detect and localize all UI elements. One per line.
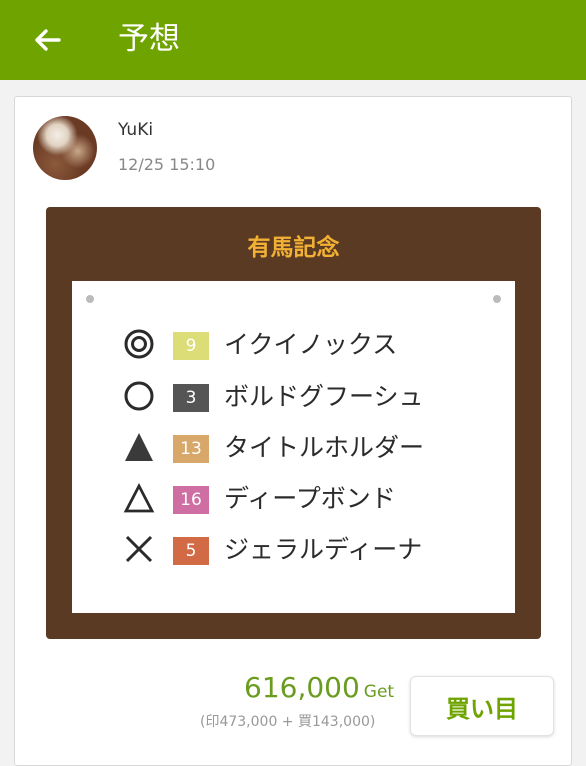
winnings-value: 616,000 [244, 671, 360, 704]
double-circle-mark-icon [124, 329, 154, 359]
pin-icon [493, 295, 501, 303]
triangle-mark-icon [123, 482, 155, 513]
horse-name: ディープボンド [224, 484, 396, 513]
post-timestamp: 12/25 15:10 [118, 155, 216, 174]
pick-row: 9 イクイノックス [122, 327, 462, 367]
username[interactable]: YuKi [118, 120, 153, 140]
pick-row: 16 ディープボンド [122, 481, 462, 521]
horse-name: タイトルホルダー [224, 433, 425, 462]
horse-number-badge: 16 [173, 486, 209, 514]
winnings-unit: Get [363, 682, 395, 702]
pick-row: 13 タイトルホルダー [122, 430, 462, 470]
avatar[interactable] [33, 116, 97, 180]
view-bets-button[interactable]: 買い目 [410, 676, 554, 736]
filled-triangle-mark-icon [125, 433, 153, 461]
cross-mark-icon [125, 535, 153, 563]
race-name: 有馬記念 [247, 235, 340, 261]
page-title: 予想 [118, 21, 180, 57]
horse-name: ジェラルディーナ [224, 535, 423, 564]
app-header: 予想 [0, 0, 586, 80]
winnings-amount: 616,000 Get [244, 671, 394, 704]
horse-number-badge: 5 [173, 537, 209, 565]
pick-row: 3 ボルドグフーシュ [122, 379, 462, 419]
back-arrow-icon[interactable] [32, 25, 62, 55]
horse-name: イクイノックス [224, 330, 398, 359]
circle-mark-icon [124, 381, 154, 411]
horse-name: ボルドグフーシュ [224, 382, 424, 411]
horse-number-badge: 9 [173, 332, 209, 360]
winnings-breakdown: (印473,000 + 買143,000) [200, 714, 376, 730]
pick-row: 5 ジェラルディーナ [122, 532, 462, 572]
horse-number-badge: 3 [173, 384, 209, 412]
pin-icon [86, 295, 94, 303]
horse-number-badge: 13 [173, 435, 209, 463]
